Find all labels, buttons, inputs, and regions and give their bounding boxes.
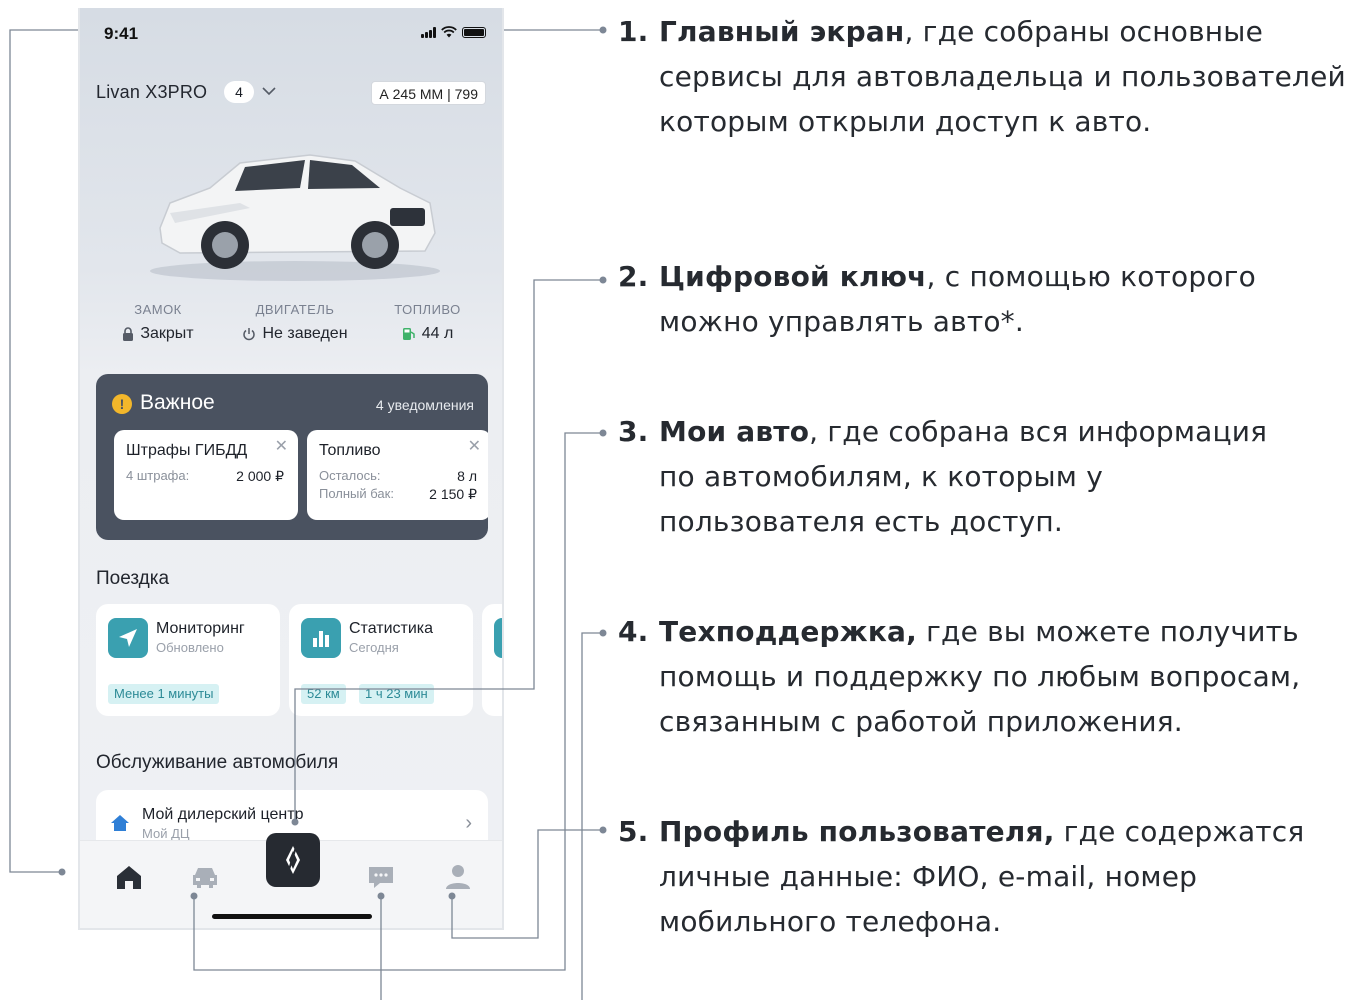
annotation-digital-key: 2. Цифровой ключ, с помощью которого мож…	[618, 260, 1256, 338]
annotation-main-screen: 1. Главный экран, где собраны основные с…	[618, 15, 1345, 138]
annotation-profile: 5. Профиль пользователя, где содержатся …	[618, 815, 1305, 938]
annotation-support: 4. Техподдержка, где вы можете получить …	[618, 615, 1301, 738]
annotation-my-cars: 3. Мои авто, где собрана вся информация …	[618, 415, 1268, 538]
